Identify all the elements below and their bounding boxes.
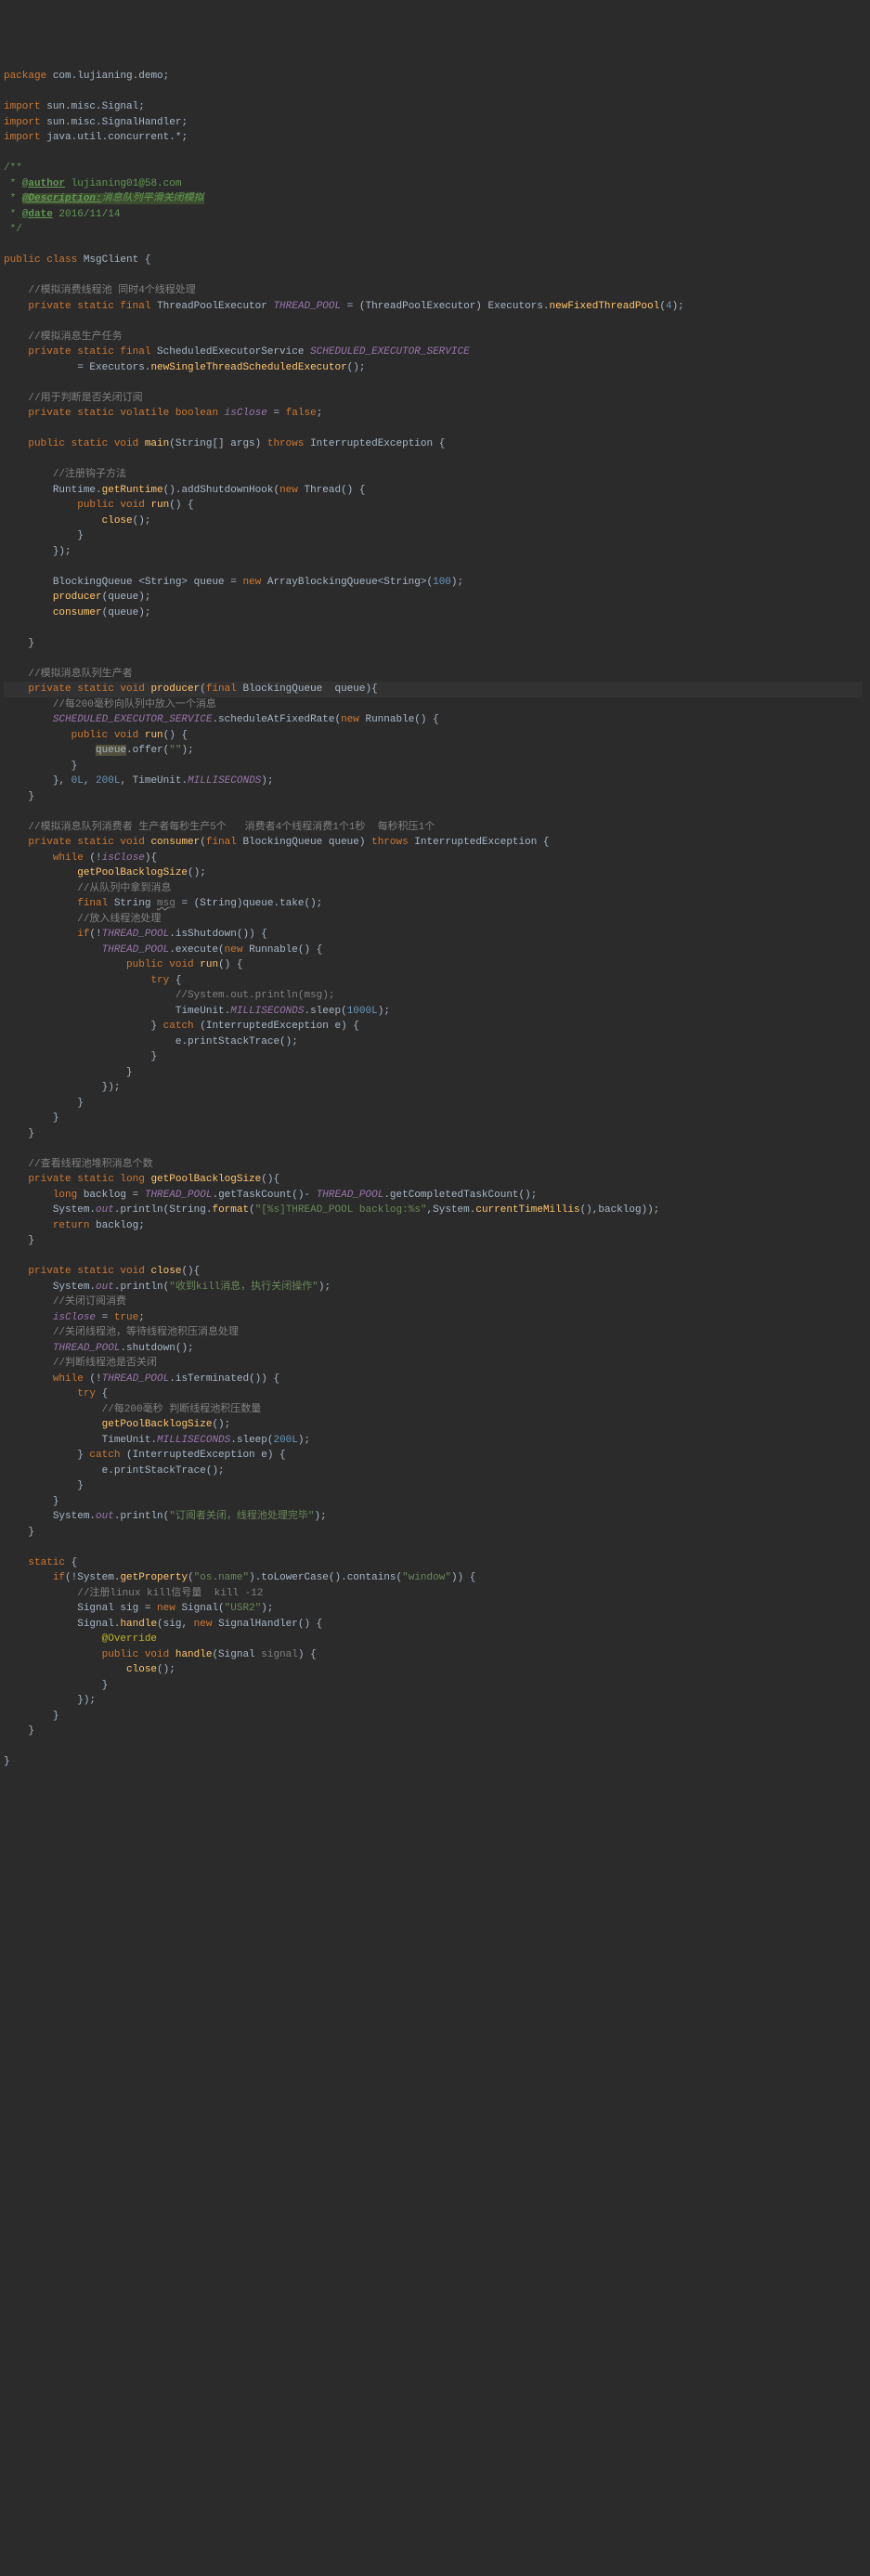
close-call: close();	[102, 515, 151, 527]
comment: //关闭线程池，等待线程池积压消息处理	[53, 1327, 239, 1338]
offer-call: queue.offer("");	[96, 745, 194, 756]
backlog-call: getPoolBacklogSize();	[77, 867, 206, 878]
javadoc-author: * @author lujianing01@58.com	[4, 178, 181, 189]
import-line: import sun.misc.SignalHandler;	[4, 117, 188, 128]
comment: //模拟消息队列消费者 生产者每秒生产5个 消费者4个线程消费1个1秒 每秒积压…	[28, 822, 435, 833]
field-scheduler: private static final ScheduledExecutorSe…	[28, 346, 469, 358]
catch: } catch (InterruptedException e) {	[150, 1021, 358, 1032]
handle-method: public void handle(Signal signal) {	[102, 1649, 317, 1660]
sleep-call: TimeUnit.MILLISECONDS.sleep(200L);	[102, 1435, 310, 1446]
javadoc-date: * @date 2016/11/14	[4, 209, 120, 220]
consumer-call: consumer(queue);	[53, 607, 151, 618]
backlog-call: getPoolBacklogSize();	[102, 1419, 231, 1430]
import-line: import sun.misc.Signal;	[4, 101, 145, 112]
comment: //用于判断是否关闭订阅	[28, 393, 142, 404]
brace: }	[28, 638, 34, 649]
close-sig: private static void close(){	[28, 1266, 200, 1277]
comment: //每200毫秒向队列中放入一个消息	[53, 699, 216, 710]
try: try {	[77, 1388, 108, 1399]
while: while (!isClose){	[53, 852, 157, 864]
comment: //注册钩子方法	[53, 469, 126, 480]
brace: }	[28, 1527, 34, 1538]
run-method: public void run() {	[126, 959, 242, 970]
brace: }	[53, 1711, 59, 1722]
comment: //每200毫秒 判断线程池积压数量	[102, 1404, 262, 1415]
comment: //查看线程池堆积消息个数	[28, 1159, 152, 1170]
run-method: public void run() {	[71, 730, 188, 741]
caret-line: private static void producer(final Block…	[4, 682, 863, 697]
comment: //System.out.println(msg);	[175, 990, 335, 1001]
close-call: close();	[126, 1664, 175, 1675]
static-block: static {	[28, 1557, 77, 1568]
shutdown: THREAD_POOL.shutdown();	[53, 1343, 194, 1354]
class-decl: public class MsgClient {	[4, 254, 150, 266]
comment: //判断线程池是否关闭	[53, 1358, 157, 1369]
printstack: e.printStackTrace();	[102, 1465, 225, 1477]
while: while (!THREAD_POOL.isTerminated()) {	[53, 1373, 279, 1385]
queue-decl: BlockingQueue <String> queue = new Array…	[53, 577, 463, 588]
println: System.out.println(String.format("[%s]TH…	[53, 1204, 660, 1216]
println: System.out.println("收到kill消息，执行关闭操作");	[53, 1281, 331, 1293]
import-line: import java.util.concurrent.*;	[4, 132, 188, 143]
assign: isClose = true;	[53, 1312, 145, 1323]
brace: }	[71, 761, 78, 772]
comment: //模拟消息生产任务	[28, 332, 122, 343]
comment: //模拟消息队列生产者	[28, 669, 132, 680]
javadoc-open: /**	[4, 163, 22, 174]
backlog-calc: long backlog = THREAD_POOL.getTaskCount(…	[53, 1190, 538, 1201]
consumer-sig: private static void consumer(final Block…	[28, 837, 549, 848]
brace: }	[126, 1067, 133, 1078]
brace: });	[53, 546, 71, 557]
brace: }	[77, 1480, 84, 1491]
brace: });	[102, 1082, 121, 1093]
code-editor[interactable]: package com.lujianing.demo; import sun.m…	[4, 69, 863, 1770]
return: return backlog;	[53, 1220, 145, 1231]
comment: //模拟消费线程池 同时4个线程处理	[28, 285, 195, 296]
javadoc-close: */	[4, 224, 22, 235]
brace: }	[53, 1112, 59, 1124]
comment: //放入线程池处理	[77, 914, 161, 925]
sleep-call: TimeUnit.MILLISECONDS.sleep(1000L);	[175, 1006, 390, 1017]
javadoc-desc: * @Description:消息队列平滑关闭模拟	[4, 193, 204, 204]
brace: }	[77, 530, 84, 541]
comment: //注册linux kill信号量 kill -12	[77, 1588, 263, 1599]
producer-call: producer(queue);	[53, 592, 151, 603]
field-thread-pool: private static final ThreadPoolExecutor …	[28, 301, 683, 312]
main-sig: public static void main(String[] args) t…	[28, 438, 445, 449]
brace: }	[77, 1098, 84, 1109]
brace: }	[28, 1235, 34, 1246]
signal-handle: Signal.handle(sig, new SignalHandler() {	[77, 1619, 322, 1630]
catch: } catch (InterruptedException e) {	[77, 1450, 285, 1461]
class-close-brace: }	[4, 1756, 10, 1767]
signal-new: Signal sig = new Signal("USR2");	[77, 1603, 273, 1614]
if-shutdown: if(!THREAD_POOL.isShutdown()) {	[77, 929, 267, 940]
brace: }	[102, 1680, 109, 1691]
execute-call: THREAD_POOL.execute(new Runnable() {	[102, 944, 323, 956]
if-os: if(!System.getProperty("os.name").toLowe…	[53, 1572, 476, 1583]
brace: }	[28, 1725, 34, 1737]
pkg-line: package com.lujianing.demo;	[4, 71, 169, 82]
println: System.out.println("订阅者关闭，线程池处理完毕");	[53, 1511, 327, 1522]
backlog-sig: private static long getPoolBacklogSize()…	[28, 1174, 279, 1185]
brace: });	[77, 1695, 96, 1706]
try: try {	[150, 975, 181, 986]
comment: //从队列中拿到消息	[77, 883, 171, 894]
brace: }	[53, 1496, 59, 1507]
run-method: public void run() {	[77, 500, 193, 511]
printstack: e.printStackTrace();	[175, 1036, 298, 1047]
field-isclose: private static volatile boolean isClose …	[28, 408, 322, 419]
brace: }	[150, 1051, 157, 1062]
comment: //关闭订阅消费	[53, 1296, 126, 1308]
shutdown-hook: Runtime.getRuntime().addShutdownHook(new…	[53, 485, 366, 496]
schedule-end: }, 0L, 200L, TimeUnit.MILLISECONDS);	[53, 775, 274, 787]
field-scheduler-init: = Executors.newSingleThreadScheduledExec…	[77, 362, 365, 373]
brace: }	[28, 1128, 34, 1139]
schedule-call: SCHEDULED_EXECUTOR_SERVICE.scheduleAtFix…	[53, 714, 439, 725]
brace: }	[28, 791, 34, 802]
override-annotation: @Override	[102, 1633, 157, 1645]
take-call: final String msg = (String)queue.take();	[77, 898, 322, 909]
